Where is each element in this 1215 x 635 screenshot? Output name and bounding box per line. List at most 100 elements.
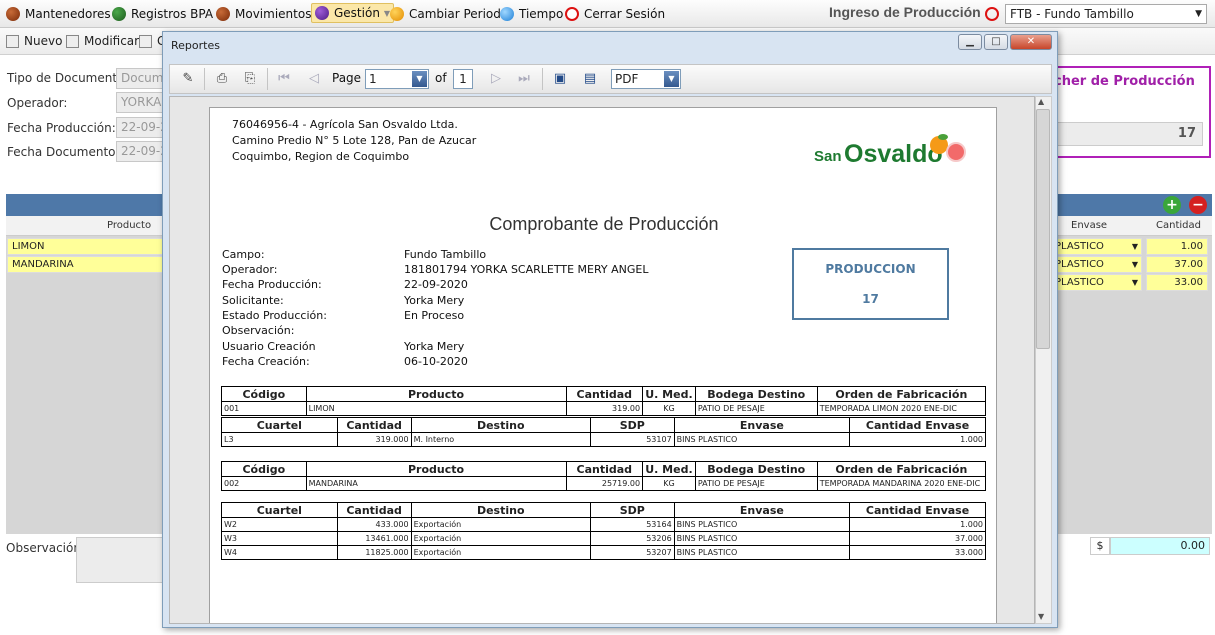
table-row: 002 MANDARINA 25719.00 KG PATIO DE PESAJE TEM…	[221, 476, 987, 491]
last-page-icon[interactable]: ⏭	[516, 71, 532, 87]
menu-movimientos[interactable]: Movimientos▼	[216, 5, 322, 23]
producto-header-cell: Orden de Fabricación	[816, 386, 987, 402]
logo-small-text: San	[814, 148, 842, 165]
detalle-cell: BINS PLASTICO	[673, 517, 851, 532]
total-field: 0.00	[1110, 537, 1210, 555]
grid-icon	[6, 7, 20, 21]
prev-page-icon[interactable]: ◁	[306, 71, 322, 87]
menu-cerrar-sesion[interactable]: Cerrar Sesión	[565, 5, 665, 23]
field-value: Yorka Mery	[404, 294, 465, 307]
fundo-selector[interactable]: FTB - Fundo Tambillo ▼	[985, 3, 1207, 24]
scroll-down-icon[interactable]: ▼	[1038, 612, 1044, 621]
menu-tiempo[interactable]: Tiempo	[500, 5, 563, 23]
producto-cell: 25719.00	[565, 476, 644, 491]
field-label: Usuario Creación	[222, 340, 316, 353]
detalle-cell: W2	[221, 517, 338, 532]
operador-field[interactable]: YORKA S	[116, 92, 166, 113]
stop-icon	[985, 6, 999, 21]
report-viewer[interactable]: 76046956-4 - Agrícola San Osvaldo Ltda. …	[169, 96, 1035, 624]
chevron-down-icon: ▼	[1131, 260, 1138, 269]
menu-mantenedores[interactable]: Mantenedores▼	[6, 5, 121, 23]
col-cantidad: Cantidad	[1156, 220, 1201, 231]
detalle-cell: Exportación	[410, 517, 591, 532]
field-value: 22-09-2020	[404, 278, 468, 291]
add-row-button[interactable]: +	[1163, 196, 1181, 214]
field-value: Yorka Mery	[404, 340, 465, 353]
fecha-produccion-field[interactable]: 22-09-20	[116, 117, 166, 138]
close-button[interactable]: ✕	[1010, 34, 1052, 50]
detalle-header-cell: Cantidad Envase	[849, 417, 986, 433]
grid-cell-cantidad[interactable]: 37.00	[1146, 256, 1208, 273]
grid-cell-envase[interactable]: PLASTICO ▼	[1050, 238, 1142, 255]
field-label: Campo:	[222, 248, 265, 261]
clock-icon	[390, 7, 404, 21]
chevron-down-icon: ▼	[1195, 8, 1202, 19]
produccion-label: PRODUCCION	[825, 262, 916, 276]
detalle-cell: Exportación	[410, 545, 591, 560]
producto-cell: TEMPORADA MANDARINA 2020 ENE-DIC	[816, 476, 987, 491]
export-format-select[interactable]: PDF ▼	[611, 69, 681, 89]
producto-cell: LIMON	[305, 401, 567, 416]
grid-icon	[315, 6, 329, 20]
producto-header-cell: Cantidad	[565, 461, 644, 477]
next-page-icon[interactable]: ▷	[488, 71, 504, 87]
producto-header-cell: Cantidad	[565, 386, 644, 402]
observacion-field[interactable]	[76, 537, 168, 583]
fecha-documento-field[interactable]: 22-09-20	[116, 141, 166, 162]
tipo-documento-field[interactable]: Documen	[116, 68, 166, 89]
detalle-header-cell: Destino	[410, 502, 591, 518]
grid-cell-envase[interactable]: PLASTICO ▼	[1050, 256, 1142, 273]
detalle-header-cell: Cantidad	[336, 417, 412, 433]
grid-cell-producto[interactable]: MANDARINA	[7, 256, 163, 273]
field-label: Solicitante:	[222, 294, 284, 307]
scroll-up-icon[interactable]: ▲	[1038, 97, 1044, 106]
print-setup-icon[interactable]: ⎘	[242, 71, 258, 87]
detalle-cell: W4	[221, 545, 338, 560]
remove-row-button[interactable]: −	[1189, 196, 1207, 214]
producto-table: Código Producto Cantidad U. Med. Bodega Dest…	[221, 386, 987, 416]
new-button[interactable]: Nuevo	[6, 34, 62, 48]
refresh-icon[interactable]: ✎	[180, 71, 196, 87]
first-page-icon[interactable]: ⏮	[276, 71, 292, 87]
producto-header-cell: Producto	[305, 461, 567, 477]
detalle-header-cell: SDP	[589, 502, 675, 518]
edit-button[interactable]: Modificar	[66, 34, 139, 48]
grid-cell-cantidad[interactable]: 1.00	[1146, 238, 1208, 255]
save-icon[interactable]: ▣	[552, 71, 568, 87]
logo-big-text: Osvaldo	[844, 140, 943, 168]
menu-registros-bpa[interactable]: Registros BPA▼	[112, 5, 223, 23]
detalle-table: Cuartel Cantidad Destino SDP Envase Cantidad …	[221, 417, 986, 447]
of-label: of	[435, 71, 447, 85]
scroll-thumb[interactable]	[1036, 109, 1050, 349]
voucher-title: cher de Producción	[1054, 74, 1195, 89]
grid-cell-envase[interactable]: PLASTICO ▼	[1050, 274, 1142, 291]
field-label: Fecha Creación:	[222, 355, 310, 368]
col-producto: Producto	[107, 220, 152, 231]
fundo-select[interactable]: FTB - Fundo Tambillo ▼	[1005, 3, 1207, 24]
producto-header-cell: Bodega Destino	[694, 461, 818, 477]
produccion-box: PRODUCCION 17	[792, 248, 949, 320]
export-icon[interactable]: ▤	[582, 71, 598, 87]
detalle-cell: M. Interno	[410, 432, 591, 447]
grapefruit-icon	[946, 142, 966, 162]
menu-cambiar-periodo[interactable]: Cambiar Periodo	[390, 5, 508, 23]
print-icon[interactable]: ⎙	[214, 71, 230, 87]
minimize-button[interactable]: ▁	[958, 34, 982, 50]
field-value: En Proceso	[404, 309, 465, 322]
grid-icon	[112, 7, 126, 21]
maximize-button[interactable]: □	[984, 34, 1008, 50]
menu-gestion[interactable]: Gestión ▼	[311, 3, 395, 23]
page-select[interactable]: 1 ▼	[365, 69, 429, 89]
detalle-table: Cuartel Cantidad Destino SDP Envase Cantidad …	[221, 502, 986, 560]
detalle-cell: 33.000	[849, 545, 986, 560]
producto-cell: PATIO DE PESAJE	[694, 401, 818, 416]
detalle-header-cell: Cuartel	[221, 417, 338, 433]
table-row: L3 319.000 M. Interno 53107 BINS PLASTICO 1.0…	[221, 432, 986, 447]
grid-cell-cantidad[interactable]: 33.00	[1146, 274, 1208, 291]
detalle-cell: 319.000	[336, 432, 412, 447]
grid-cell-producto[interactable]: LIMON	[7, 238, 163, 255]
producto-table: Código Producto Cantidad U. Med. Bodega Dest…	[221, 461, 987, 491]
field-value: 181801794 YORKA SCARLETTE MERY ANGEL	[404, 263, 649, 276]
producto-cell: KG	[642, 401, 696, 416]
operador-label: Operador:	[7, 96, 68, 110]
